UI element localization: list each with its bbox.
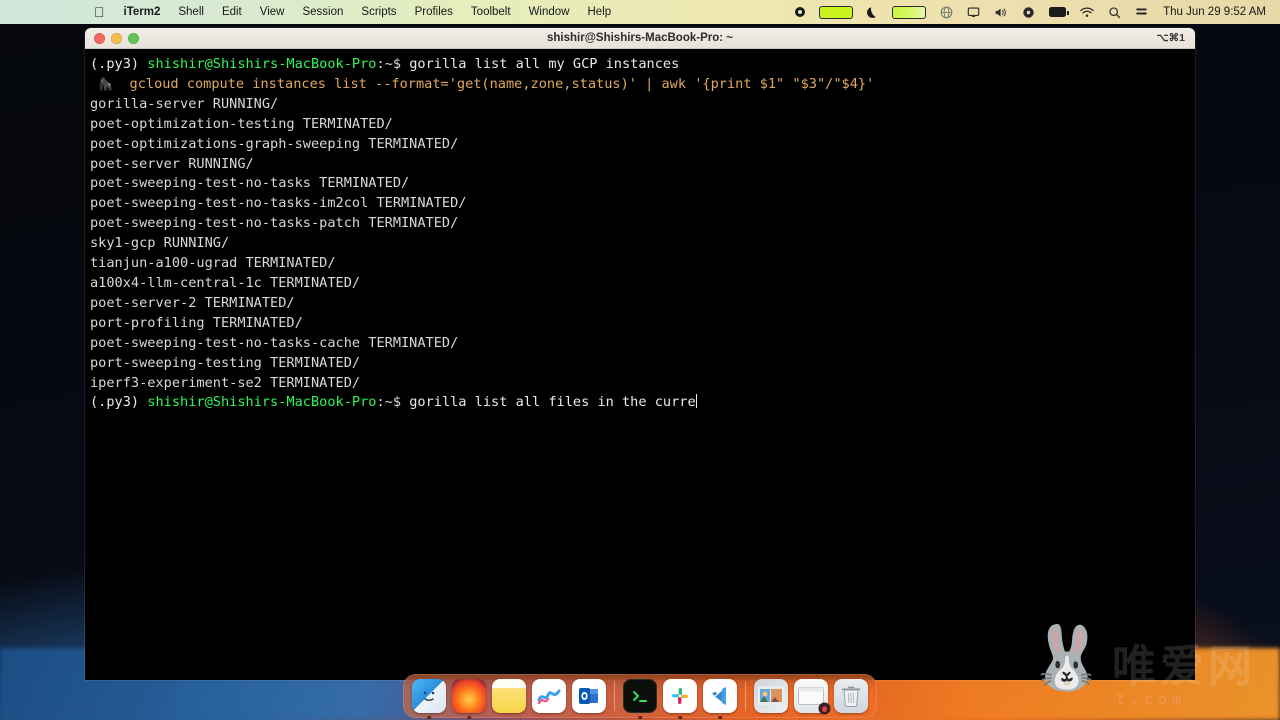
running-indicator: [638, 715, 642, 719]
menu-item-iterm2[interactable]: iTerm2: [115, 0, 170, 24]
output-line: port-sweeping-testing TERMINATED/: [90, 354, 361, 371]
terminal-prompt-line-1: (.py3) shishir@Shishirs-MacBook-Pro:~$ g…: [89, 55, 1195, 75]
menu-item-scripts[interactable]: Scripts: [352, 0, 405, 24]
output-line: poet-sweeping-test-no-tasks-im2col TERMI…: [90, 195, 467, 212]
dock-separator: [614, 681, 615, 711]
wifi-icon[interactable]: [1073, 0, 1101, 24]
text-cursor: [695, 394, 698, 409]
minimize-button[interactable]: [111, 32, 122, 44]
terminal-prompt-line-2[interactable]: (.py3) shishir@Shishirs-MacBook-Pro:~$ g…: [89, 393, 1195, 413]
control-center-icon[interactable]: [1128, 0, 1155, 24]
menu-item-help[interactable]: Help: [578, 0, 620, 24]
macos-menu-bar:  iTerm2 Shell Edit View Session Scripts…: [0, 0, 1280, 24]
menu-item-window[interactable]: Window: [520, 0, 579, 24]
apple-logo-icon[interactable]: : [94, 0, 115, 24]
window-title-bar[interactable]: shishir@Shishirs-MacBook-Pro: ~ ⌥⌘1: [85, 28, 1195, 49]
output-line: poet-sweeping-test-no-tasks TERMINATED/: [90, 175, 410, 192]
battery-green-icon[interactable]: [885, 0, 933, 24]
output-line: tianjun-a100-ugrad TERMINATED/: [90, 255, 336, 272]
close-button[interactable]: [94, 32, 105, 44]
dock-separator: [745, 681, 746, 711]
gorilla-icon: 🦍: [98, 76, 114, 91]
output-line: poet-optimization-testing TERMINATED/: [90, 115, 393, 132]
output-line: poet-server-2 TERMINATED/: [90, 294, 295, 311]
dock-item-iterm2[interactable]: [623, 679, 657, 719]
output-line: poet-sweeping-test-no-tasks-cache TERMIN…: [90, 334, 459, 351]
suggested-command-text: gcloud compute instances list --format='…: [129, 75, 875, 92]
display-icon[interactable]: [960, 0, 987, 24]
zoom-button[interactable]: [128, 32, 139, 44]
prompt-env-2: (.py3): [90, 394, 140, 411]
dock-item-trash[interactable]: [834, 679, 868, 713]
dock-item-freeform[interactable]: [532, 679, 566, 713]
output-line: sky1-gcp RUNNING/: [90, 235, 230, 252]
menu-bar-status-items: Thu Jun 29 9:52 AM: [788, 0, 1280, 24]
dock-item-firefox[interactable]: [452, 679, 486, 719]
output-line: iperf3-experiment-se2 TERMINATED/: [90, 374, 361, 391]
window-title: shishir@Shishirs-MacBook-Pro: ~: [547, 32, 733, 44]
dock-item-documents-stack[interactable]: [794, 679, 831, 715]
search-icon[interactable]: [1101, 0, 1128, 24]
dock-item-vscode[interactable]: [703, 679, 737, 719]
prompt-user-1: shishir@Shishirs-MacBook-Pro: [147, 56, 377, 72]
output-line: poet-sweeping-test-no-tasks-patch TERMIN…: [90, 215, 459, 232]
dock-item-photos-folder[interactable]: [754, 679, 788, 713]
output-line: poet-server RUNNING/: [90, 155, 254, 172]
first-command-text: gorilla list all my GCP instances: [409, 56, 680, 72]
window-shortcut-label: ⌥⌘1: [1156, 32, 1185, 44]
running-indicator: [427, 715, 431, 719]
dock-item-outlook[interactable]: [572, 679, 606, 713]
prompt-tail-2: :~$: [376, 394, 402, 411]
prompt-tail-1: :~$: [376, 56, 402, 72]
running-indicator: [678, 715, 682, 719]
menu-item-toolbelt[interactable]: Toolbelt: [462, 0, 520, 24]
output-line: a100x4-llm-central-1c TERMINATED/: [90, 274, 361, 291]
battery-full-green-icon[interactable]: [812, 0, 860, 24]
moon-dnd-icon[interactable]: [860, 0, 885, 24]
terminal-output-area[interactable]: (.py3) shishir@Shishirs-MacBook-Pro:~$ g…: [85, 49, 1195, 680]
record-dot-icon[interactable]: [788, 0, 812, 24]
volume-icon[interactable]: [987, 0, 1015, 24]
dock-item-finder[interactable]: [412, 679, 446, 719]
menu-bar-app-menus:  iTerm2 Shell Edit View Session Scripts…: [0, 0, 620, 24]
window-controls: [85, 32, 139, 44]
menu-item-session[interactable]: Session: [293, 0, 352, 24]
dock-item-notes[interactable]: [492, 679, 526, 713]
battery-icon[interactable]: [1042, 0, 1073, 24]
suggested-command-line: 🦍 gcloud compute instances list --format…: [89, 75, 1195, 95]
desktop-screen:  iTerm2 Shell Edit View Session Scripts…: [0, 0, 1280, 720]
globe-icon[interactable]: [933, 0, 960, 24]
output-line: gorilla-server RUNNING/: [90, 95, 279, 112]
prompt-user-2: shishir@Shishirs-MacBook-Pro: [147, 394, 377, 411]
current-command-input[interactable]: gorilla list all files in the curre: [409, 394, 695, 410]
clock-icon[interactable]: [1015, 0, 1042, 24]
menu-item-shell[interactable]: Shell: [169, 0, 213, 24]
menu-bar-clock[interactable]: Thu Jun 29 9:52 AM: [1155, 6, 1272, 18]
iterm2-window: shishir@Shishirs-MacBook-Pro: ~ ⌥⌘1 (.py…: [85, 28, 1195, 680]
prompt-env-1: (.py3): [90, 56, 140, 72]
running-indicator: [718, 715, 722, 719]
menu-item-edit[interactable]: Edit: [213, 0, 251, 24]
running-indicator: [467, 715, 471, 719]
output-line: port-profiling TERMINATED/: [90, 314, 303, 331]
menu-item-profiles[interactable]: Profiles: [406, 0, 462, 24]
dock-item-slack[interactable]: [663, 679, 697, 719]
menu-item-view[interactable]: View: [251, 0, 294, 24]
macos-dock: [403, 674, 877, 719]
output-line: poet-optimizations-graph-sweeping TERMIN…: [90, 135, 459, 152]
